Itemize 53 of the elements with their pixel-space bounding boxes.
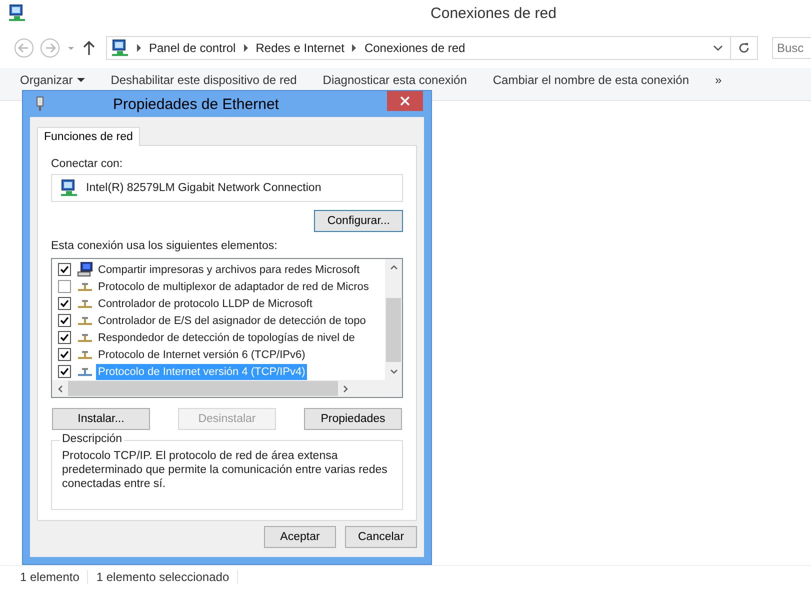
adapter-field: Intel(R) 82579LM Gigabit Network Connection [51,174,403,202]
checkbox[interactable] [58,297,71,310]
network-adapter-icon [60,179,78,197]
checkbox[interactable] [58,263,71,276]
up-arrow-icon[interactable] [82,38,96,58]
description-text: Protocolo TCP/IP. El protocolo de red de área extensa predeterminado que permite la comunicación entre varias redes conectadas entre sí. [62,449,388,491]
toolbar-command[interactable]: Diagnosticar esta conexión [316,72,473,88]
computer-icon [77,262,93,277]
refresh-icon[interactable] [737,41,751,55]
dialog-button[interactable]: Propiedades [304,408,402,430]
components-label: Esta conexión usa los siguientes elementos: [51,240,278,252]
dialog-button[interactable]: Cancelar [345,526,417,548]
more-button[interactable]: » [709,72,728,88]
breadcrumb[interactable]: Conexiones de red [364,41,466,55]
breadcrumb[interactable]: Panel de control [149,41,236,55]
vertical-scrollbar[interactable] [385,259,402,380]
breadcrumb[interactable]: Redes e Internet [256,41,344,55]
tab[interactable]: Funciones de red [37,127,140,146]
toolbar-command[interactable]: Deshabilitar este dispositivo de red [104,72,303,88]
configure-button[interactable]: Configurar... [314,210,403,232]
list-item[interactable]: Controlador de protocolo LLDP de Microsoft [96,296,314,312]
group-title: Descripción [60,433,124,445]
list-item[interactable]: Respondedor de detección de topologías de nivel de [96,330,357,346]
chevron-icon[interactable] [350,43,358,53]
list-item[interactable]: Compartir impresoras y archivos para redes Microsoft [96,262,362,278]
dialog-button[interactable]: Aceptar [264,526,336,548]
address-bar[interactable]: Panel de control Redes e Internet Conexiones de red [106,36,758,60]
network-icon [111,39,129,57]
checkbox[interactable] [58,331,71,344]
dialog-button[interactable]: Instalar... [52,408,150,430]
chevron-icon[interactable] [135,43,143,53]
status-text: 1 elemento [20,570,88,584]
caret-icon [76,77,85,83]
network-icon [8,4,26,22]
list-item[interactable]: Protocolo de multiplexor de adaptador de red de Micros [96,278,371,294]
window-title: Conexiones de red [430,4,558,22]
checkbox[interactable] [58,365,71,378]
list-item[interactable]: Controlador de E/S del asignador de detección de topo [96,312,368,328]
checkbox[interactable] [58,314,71,327]
list-item[interactable]: Protocolo de Internet versión 6 (TCP/IPv6) [96,346,308,362]
checkbox[interactable] [58,348,71,361]
chevron-icon[interactable] [242,43,250,53]
search-field[interactable]: Busc [772,37,811,59]
connect-label: Conectar con: [51,158,124,170]
toolbar-command[interactable]: Cambiar el nombre de esta conexión [486,72,695,88]
close-icon [400,96,410,106]
checkbox[interactable] [58,280,71,293]
dialog-title: Propiedades de Ethernet [112,96,280,112]
organize-menu[interactable]: Organizar [14,72,91,88]
ethernet-plug-icon [35,96,45,112]
dropdown-icon[interactable] [712,43,724,53]
close-button[interactable] [387,91,423,111]
status-text: 1 elemento seleccionado [96,570,238,584]
